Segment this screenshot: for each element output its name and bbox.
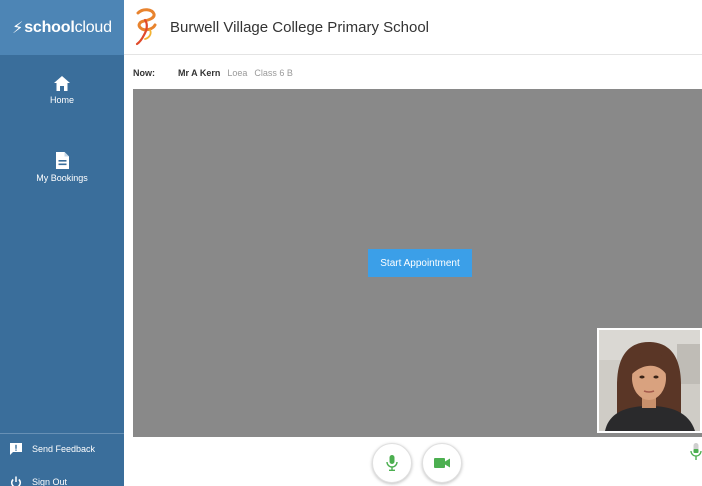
room-name: Loea [227,68,248,78]
sign-out-button[interactable]: Sign Out [10,476,67,486]
sidebar: ⚡ school cloud Home My Bookings Send Fee… [0,0,124,486]
microphone-level-icon [690,443,702,466]
sidebar-item-label: My Bookings [36,173,88,183]
brand-logo[interactable]: ⚡ school cloud [0,0,124,55]
sidebar-item-my-bookings[interactable]: My Bookings [0,152,124,183]
school-crest-icon [134,8,160,51]
sidebar-item-label: Home [49,95,74,105]
bolt-icon: ⚡ [12,19,24,37]
microphone-icon [386,455,398,471]
brand-name-bold: school [24,18,75,36]
send-feedback-button[interactable]: Send Feedback [10,443,95,455]
sign-out-label: Sign Out [32,477,68,486]
home-icon [54,76,70,91]
self-view-video [597,328,702,433]
sidebar-divider [0,433,124,434]
now-label: Now: [133,68,155,78]
start-appointment-button[interactable]: Start Appointment [368,249,472,277]
feedback-icon [10,443,22,455]
microphone-toggle-button[interactable] [372,443,412,483]
app-window: ⚡ school cloud Home My Bookings Send Fee… [0,0,702,486]
header: Burwell Village College Primary School [124,0,702,55]
teacher-name: Mr A Kern [178,68,221,78]
class-name: Class 6 B [254,68,293,78]
document-icon [55,152,69,169]
now-bar: Now: Mr A Kern Loea Class 6 B [133,66,293,80]
sidebar-item-home[interactable]: Home [0,76,124,105]
send-feedback-label: Send Feedback [32,444,96,454]
video-camera-icon [434,458,450,468]
power-icon [10,476,22,486]
school-name: Burwell Village College Primary School [170,19,430,36]
brand-name-light: cloud [74,18,112,36]
camera-toggle-button[interactable] [422,443,462,483]
